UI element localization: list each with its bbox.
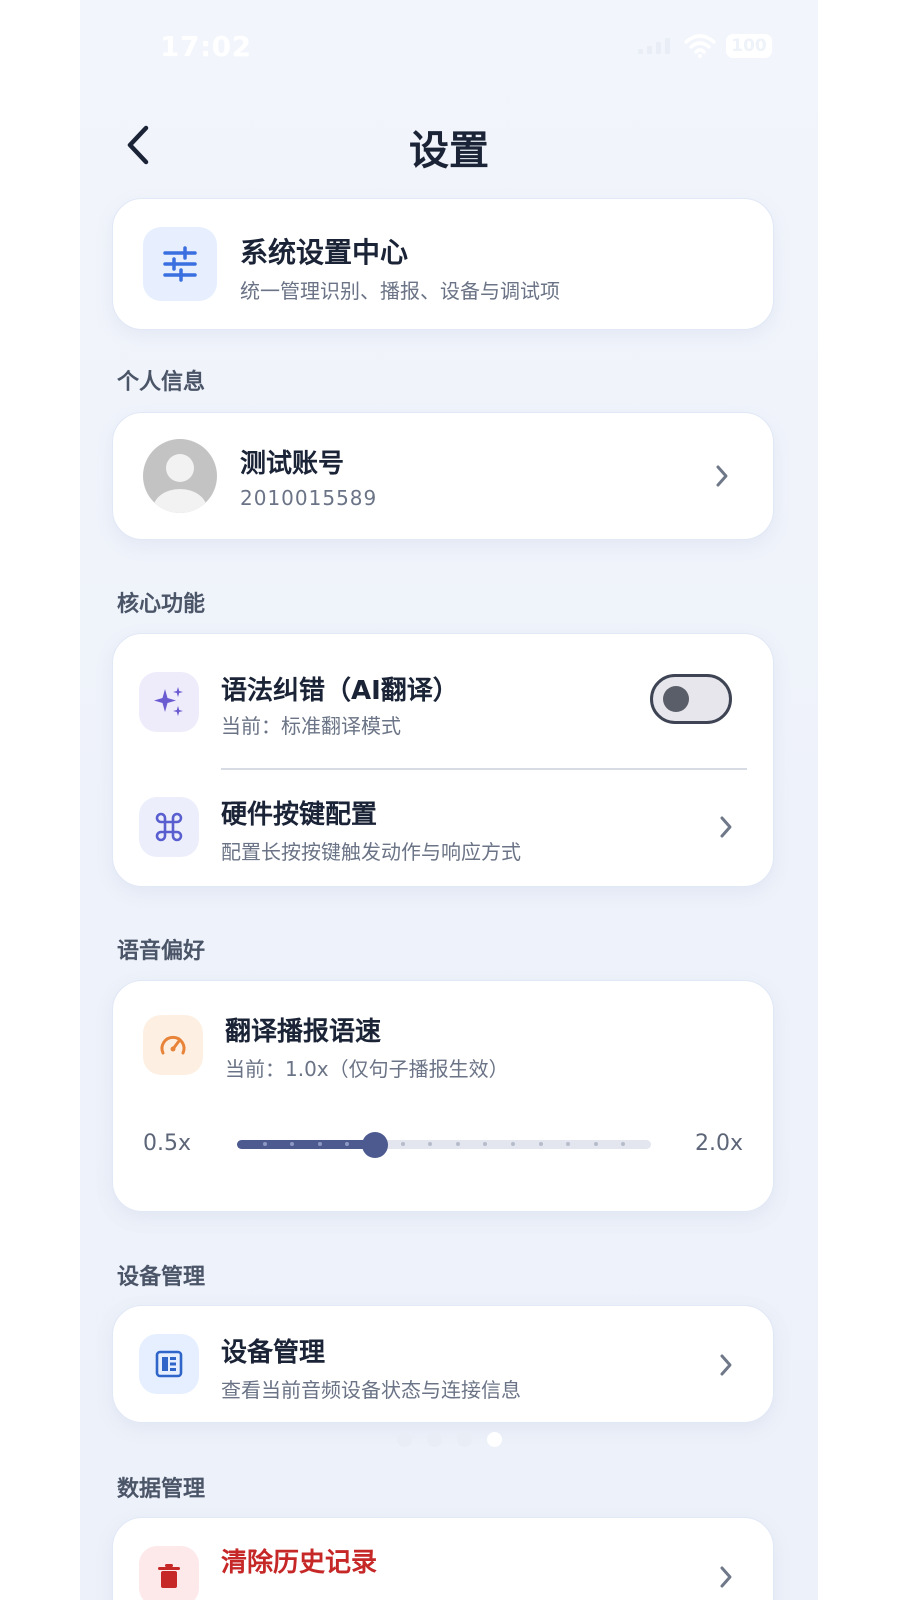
slider-tick — [262, 1142, 267, 1146]
account-name: 测试账号 — [240, 449, 345, 479]
device-panel-icon — [139, 1334, 199, 1394]
system-settings-title: 系统设置中心 — [240, 236, 409, 269]
page-dot[interactable] — [396, 1432, 412, 1447]
core-functions-card: 语法纠错（AI翻译） 当前：标准翻译模式 硬件按键配置 配置长按按键触发动作与响… — [112, 633, 774, 887]
grammar-subtitle: 当前：标准翻译模式 — [221, 714, 401, 738]
page-dot[interactable] — [456, 1432, 472, 1447]
signal-icon — [638, 38, 670, 54]
status-bar: 17:02 100 — [80, 0, 818, 96]
section-label-personal: 个人信息 — [117, 370, 206, 395]
slider-min-label: 0.5x — [143, 1131, 192, 1156]
system-settings-subtitle: 统一管理识别、播报、设备与调试项 — [240, 279, 560, 303]
slider-tick — [566, 1142, 571, 1146]
hardware-subtitle: 配置长按按键触发动作与响应方式 — [221, 840, 521, 864]
speed-title: 翻译播报语速 — [225, 1017, 382, 1047]
slider-tick — [455, 1142, 460, 1146]
slider-fill — [237, 1140, 375, 1149]
status-indicators: 100 — [638, 34, 772, 58]
nav-header: 设置 — [80, 110, 818, 180]
avatar — [143, 439, 217, 513]
chevron-right-icon — [715, 1562, 737, 1592]
section-label-device: 设备管理 — [117, 1265, 206, 1290]
slider-tick — [428, 1142, 433, 1146]
trash-icon — [139, 1546, 199, 1600]
command-key-icon — [139, 797, 199, 857]
page-dot[interactable] — [486, 1432, 502, 1447]
hardware-title: 硬件按键配置 — [221, 800, 378, 830]
hardware-keys-row[interactable]: 硬件按键配置 配置长按按键触发动作与响应方式 — [113, 770, 773, 886]
page-dot[interactable] — [426, 1432, 442, 1447]
section-label-core: 核心功能 — [117, 592, 206, 617]
page-title: 设置 — [409, 128, 489, 174]
device-subtitle: 查看当前音频设备状态与连接信息 — [221, 1378, 521, 1402]
speech-speed-card: 翻译播报语速 当前：1.0x（仅句子播报生效） 0.5x 2.0x — [112, 980, 774, 1212]
account-id: 2010015589 — [240, 486, 378, 510]
slider-tick — [400, 1142, 405, 1146]
grammar-toggle[interactable] — [650, 674, 732, 724]
slider-tick — [621, 1142, 626, 1146]
chevron-right-icon — [711, 461, 733, 491]
section-label-voice: 语音偏好 — [117, 939, 206, 964]
clear-history-title: 清除历史记录 — [221, 1548, 378, 1578]
slider-handle[interactable] — [362, 1132, 388, 1158]
gauge-icon — [143, 1015, 203, 1075]
wifi-icon — [684, 34, 716, 58]
device-title: 设备管理 — [221, 1338, 326, 1368]
slider-tick — [483, 1142, 488, 1146]
slider-tick — [317, 1142, 322, 1146]
clear-history-row[interactable]: 清除历史记录 — [112, 1517, 774, 1600]
account-row[interactable]: 测试账号 2010015589 — [112, 412, 774, 540]
toggle-knob — [663, 686, 689, 712]
person-placeholder-icon — [153, 454, 207, 513]
grammar-title: 语法纠错（AI翻译） — [221, 676, 459, 706]
slider-tick — [593, 1142, 598, 1146]
slider-max-label: 2.0x — [695, 1131, 744, 1156]
settings-screen: 17:02 100 设置 系统设置中心 统一管理识别、播报、设备与调试项 个人信… — [80, 0, 818, 1600]
speed-subtitle: 当前：1.0x（仅句子播报生效） — [225, 1057, 509, 1081]
battery-indicator: 100 — [726, 34, 772, 58]
slider-tick — [511, 1142, 515, 1146]
system-settings-card: 系统设置中心 统一管理识别、播报、设备与调试项 — [112, 198, 774, 330]
chevron-right-icon — [715, 812, 737, 842]
section-label-data: 数据管理 — [117, 1477, 206, 1502]
chevron-right-icon — [715, 1350, 737, 1380]
device-management-row[interactable]: 设备管理 查看当前音频设备状态与连接信息 — [112, 1305, 774, 1423]
speed-slider[interactable] — [237, 1132, 651, 1158]
sliders-icon — [143, 227, 217, 301]
status-time: 17:02 — [160, 30, 252, 63]
slider-tick — [538, 1142, 543, 1146]
page-indicator — [80, 1432, 818, 1447]
sparkle-icon — [139, 672, 199, 732]
